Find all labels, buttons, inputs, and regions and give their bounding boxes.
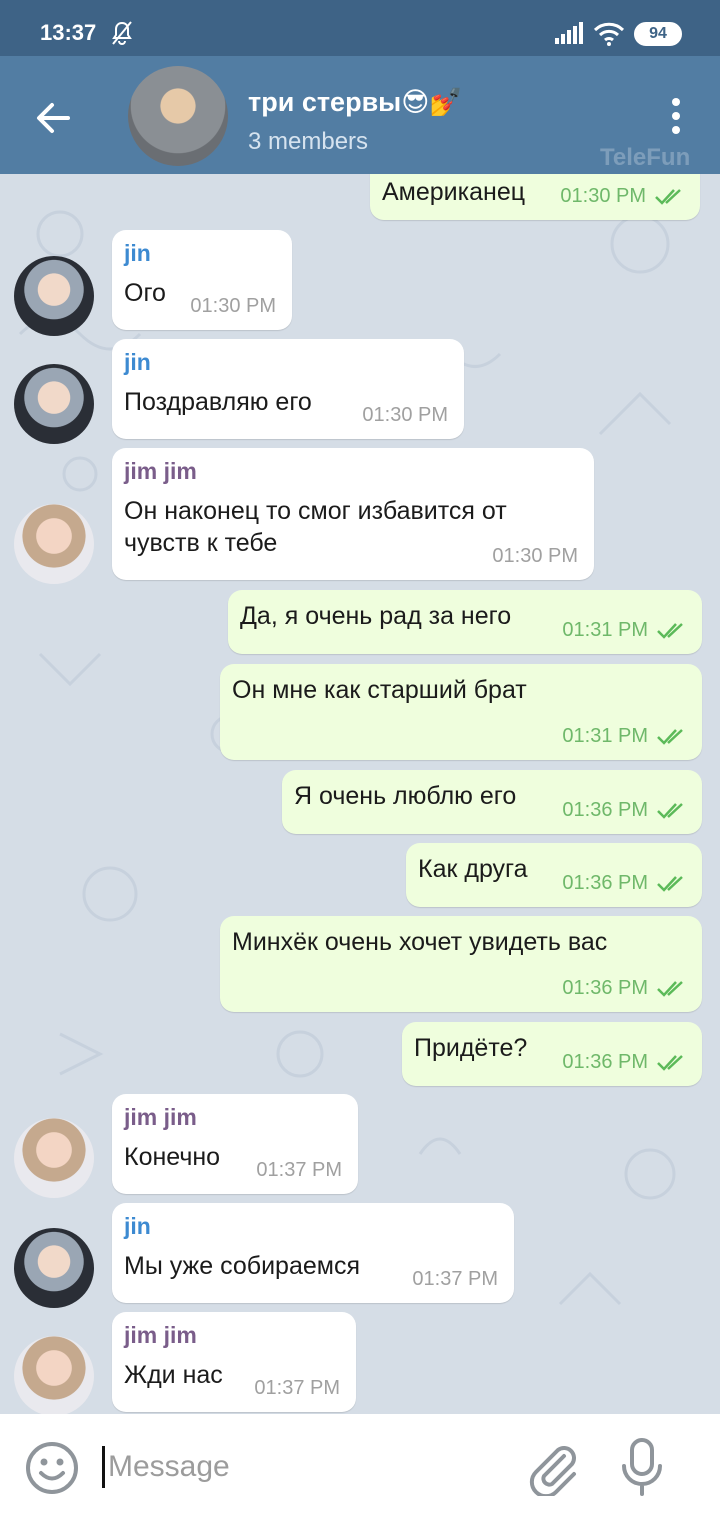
message-outgoing[interactable]: Минхёк очень хочет увидеть вас 01:36 PM (220, 916, 702, 1012)
message-outgoing[interactable]: Он мне как старший брат 01:31 PM (220, 664, 702, 760)
time-label: 01:36 PM (562, 872, 648, 894)
avatar-jim-jim[interactable] (14, 504, 94, 584)
message-text: Минхёк очень хочет увидеть вас (232, 928, 608, 956)
message-time: 01:30 PM (362, 404, 448, 426)
status-bar: 13:37 94 (0, 0, 720, 56)
more-menu-button[interactable] (664, 96, 688, 136)
battery-indicator: 94 (634, 22, 682, 46)
message-incoming[interactable]: jin Ого 01:30 PM (112, 230, 292, 330)
avatar-jim-jim[interactable] (14, 1336, 94, 1414)
sender-name[interactable]: jim jim (124, 1104, 342, 1131)
time-label: 01:36 PM (562, 799, 648, 821)
message-time: 01:30 PM (492, 545, 578, 567)
message-input[interactable]: Message (102, 1444, 502, 1490)
watermark: TeleFun (600, 144, 691, 171)
avatar-jim-jim[interactable] (14, 1118, 94, 1198)
message-time: 01:31 PM (562, 619, 688, 642)
chat-area[interactable]: Американец 01:30 PM jin Ого 01:30 PM jin… (0, 174, 720, 1414)
status-time: 13:37 (40, 20, 97, 45)
double-check-icon (657, 802, 683, 819)
paperclip-icon (529, 1446, 576, 1499)
arrow-left-icon (37, 103, 70, 133)
sender-name[interactable]: jin (124, 1213, 498, 1240)
sender-name[interactable]: jim jim (124, 458, 578, 485)
message-time: 01:36 PM (562, 872, 688, 895)
avatar-jin[interactable] (14, 364, 94, 444)
attach-button[interactable] (526, 1440, 580, 1501)
message-time: 01:37 PM (412, 1268, 498, 1290)
message-time: 01:31 PM (562, 725, 688, 748)
time-label: 01:31 PM (562, 619, 648, 641)
message-incoming[interactable]: jim jim Жди нас 01:37 PM (112, 1312, 356, 1412)
double-check-icon (657, 980, 683, 997)
double-check-icon (655, 188, 681, 205)
more-vertical-icon (672, 98, 680, 134)
message-time: 01:36 PM (562, 1051, 688, 1074)
message-text: Он мне как старший брат (232, 676, 527, 704)
avatar-jin[interactable] (14, 256, 94, 336)
message-outgoing[interactable]: Да, я очень рад за него 01:31 PM (228, 590, 702, 654)
message-time: 01:30 PM (560, 185, 686, 208)
time-label: 01:36 PM (562, 1051, 648, 1073)
message-outgoing[interactable]: Американец 01:30 PM (370, 174, 700, 220)
sender-name[interactable]: jin (124, 349, 448, 376)
message-time: 01:36 PM (562, 977, 688, 1000)
message-placeholder: Message (108, 1450, 230, 1483)
voice-message-button[interactable] (620, 1438, 664, 1503)
message-incoming[interactable]: jim jim Он наконец то смог избавится от … (112, 448, 594, 580)
emoji-icon (26, 1442, 78, 1494)
group-avatar[interactable] (128, 66, 228, 166)
wifi-icon (593, 22, 625, 51)
sender-name[interactable]: jin (124, 240, 276, 267)
double-check-icon (657, 728, 683, 745)
bell-muted-icon (110, 20, 134, 51)
sender-name[interactable]: jim jim (124, 1322, 340, 1349)
signal-icon (555, 22, 585, 49)
message-composer: Message (0, 1414, 720, 1520)
group-title[interactable]: три стервы😎💅 (248, 86, 463, 118)
message-incoming[interactable]: jin Мы уже собираемся 01:37 PM (112, 1203, 514, 1303)
back-button[interactable] (30, 94, 78, 142)
chat-header: три стервы😎💅 3 members TeleFun (0, 56, 720, 174)
message-outgoing[interactable]: Я очень люблю его 01:36 PM (282, 770, 702, 834)
message-incoming[interactable]: jim jim Конечно 01:37 PM (112, 1094, 358, 1194)
double-check-icon (657, 622, 683, 639)
double-check-icon (657, 1054, 683, 1071)
text-caret (102, 1446, 105, 1488)
message-outgoing[interactable]: Как друга 01:36 PM (406, 843, 702, 907)
avatar-jin[interactable] (14, 1228, 94, 1308)
message-time: 01:36 PM (562, 799, 688, 822)
time-label: 01:30 PM (560, 185, 646, 207)
time-label: 01:31 PM (562, 725, 648, 747)
message-time: 01:37 PM (256, 1159, 342, 1181)
message-incoming[interactable]: jin Поздравляю его 01:30 PM (112, 339, 464, 439)
message-time: 01:30 PM (190, 295, 276, 317)
emoji-button[interactable] (24, 1440, 80, 1501)
message-outgoing[interactable]: Придёте? 01:36 PM (402, 1022, 702, 1086)
double-check-icon (657, 875, 683, 892)
group-members-count: 3 members (248, 128, 369, 155)
time-label: 01:36 PM (562, 977, 648, 999)
microphone-icon (622, 1438, 662, 1496)
message-time: 01:37 PM (254, 1377, 340, 1399)
